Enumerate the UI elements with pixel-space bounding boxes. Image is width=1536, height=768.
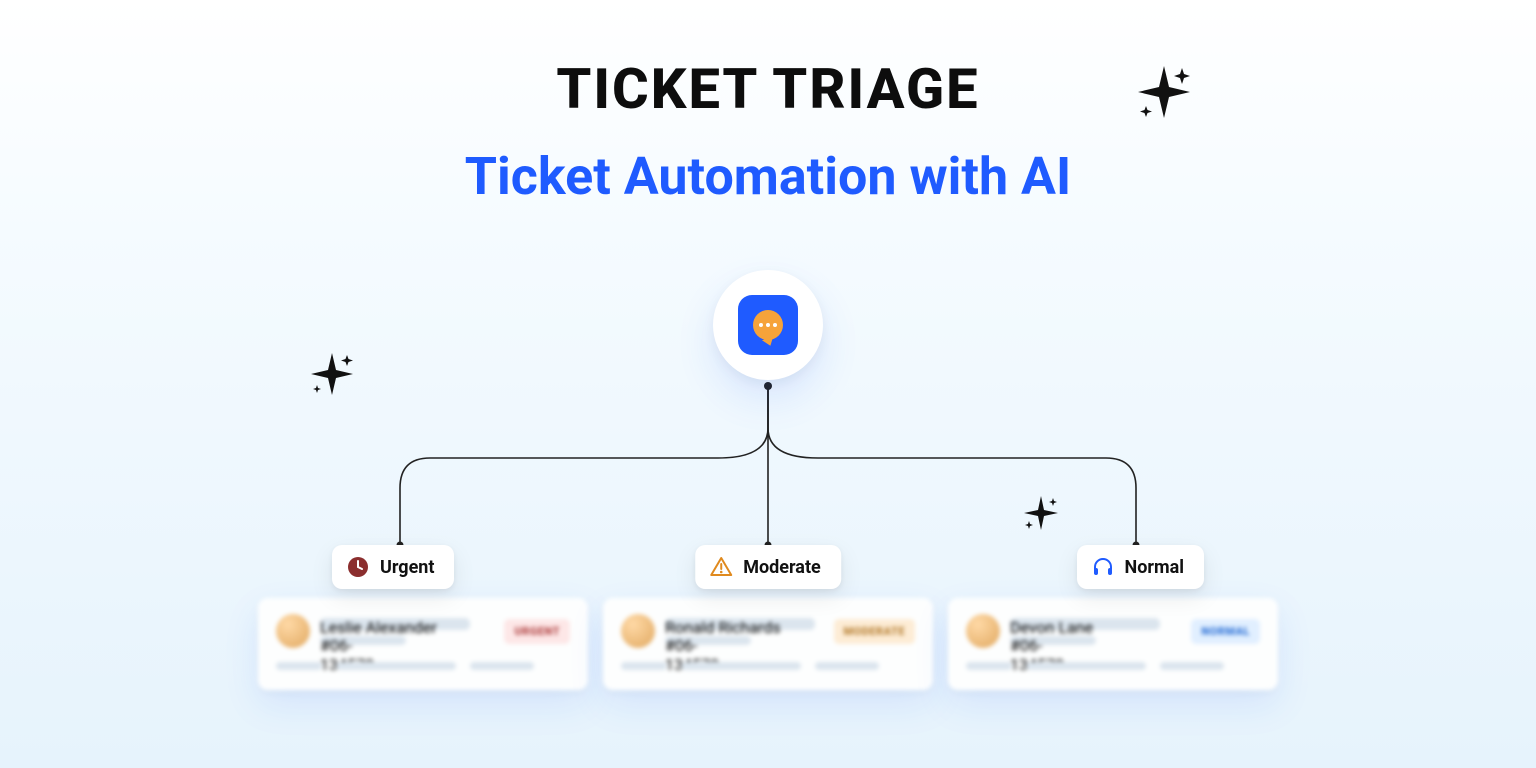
- page-title: TICKET TRIAGE: [0, 56, 1536, 122]
- headset-icon: [1091, 555, 1115, 579]
- priority-pill-normal: Normal: [1077, 545, 1204, 589]
- ticket-name: Ronald Richards: [665, 618, 815, 630]
- ticket-card-normal: Devon Lane #06-134578 NORMAL: [948, 598, 1278, 690]
- priority-pill-urgent: Urgent: [332, 545, 454, 589]
- priority-label: Normal: [1125, 557, 1184, 578]
- status-badge: NORMAL: [1191, 619, 1260, 644]
- ticket-name: Leslie Alexander: [320, 618, 470, 630]
- ticket-card-urgent: Leslie Alexander #06-134578 URGENT: [258, 598, 588, 690]
- avatar: [276, 614, 310, 648]
- page-subtitle: Ticket Automation with AI: [0, 146, 1536, 207]
- ticket-name: Devon Lane: [1010, 618, 1160, 630]
- sparkle-icon: [1022, 494, 1060, 532]
- status-badge: URGENT: [504, 619, 570, 644]
- ticket-id: #06-134578: [320, 636, 406, 645]
- priority-pill-moderate: Moderate: [695, 545, 841, 589]
- ticket-id: #06-134578: [1010, 636, 1096, 645]
- avatar: [621, 614, 655, 648]
- priority-label: Urgent: [380, 557, 434, 578]
- ticket-card-moderate: Ronald Richards #06-134578 MODERATE: [603, 598, 933, 690]
- priority-label: Moderate: [743, 557, 821, 578]
- sparkle-icon: [1134, 62, 1194, 122]
- ai-hub-node: [713, 270, 823, 380]
- heading-block: TICKET TRIAGE Ticket Automation with AI: [0, 0, 1536, 207]
- sparkle-icon: [308, 350, 356, 398]
- warning-icon: [709, 555, 733, 579]
- avatar: [966, 614, 1000, 648]
- chat-ai-logo-icon: [738, 295, 798, 355]
- clock-icon: [346, 555, 370, 579]
- status-badge: MODERATE: [834, 619, 915, 644]
- ticket-id: #06-134578: [665, 636, 751, 645]
